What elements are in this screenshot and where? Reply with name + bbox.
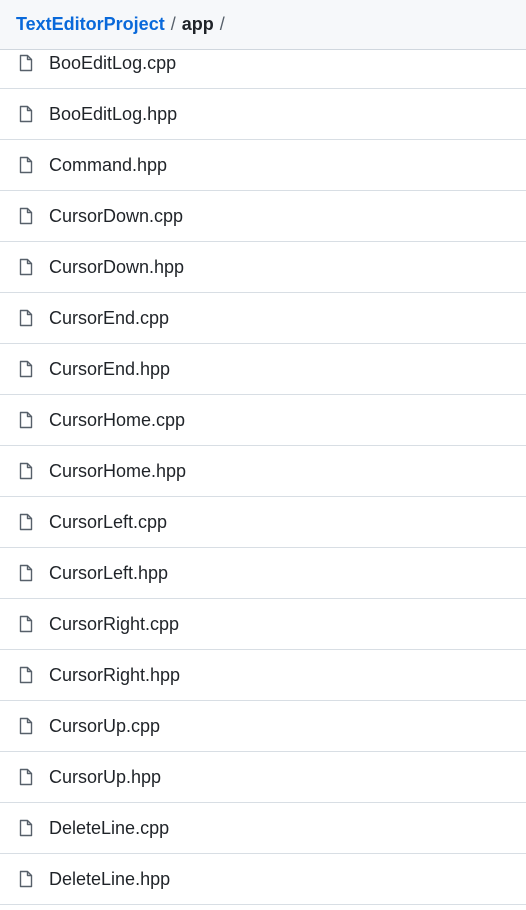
file-row[interactable]: CursorHome.cpp [0,395,526,446]
file-row[interactable]: Command.hpp [0,140,526,191]
file-row[interactable]: CursorDown.hpp [0,242,526,293]
file-name-link[interactable]: CursorDown.cpp [49,206,183,227]
file-icon [18,105,34,123]
file-name-link[interactable]: CursorLeft.cpp [49,512,167,533]
file-name-link[interactable]: CursorHome.hpp [49,461,186,482]
file-icon [18,513,34,531]
breadcrumb-trailing-separator: / [219,14,225,34]
file-row[interactable]: CursorEnd.cpp [0,293,526,344]
file-name-link[interactable]: CursorUp.hpp [49,767,161,788]
file-icon [18,717,34,735]
file-name-link[interactable]: BooEditLog.hpp [49,104,177,125]
file-icon [18,870,34,888]
breadcrumb: TextEditorProject / app / [0,0,526,50]
breadcrumb-separator: / [170,14,176,34]
file-browser: TextEditorProject / app / BooEditLog.cpp… [0,0,526,910]
file-icon [18,411,34,429]
file-icon [18,666,34,684]
file-icon [18,309,34,327]
file-row[interactable]: CursorHome.hpp [0,446,526,497]
file-name-link[interactable]: CursorRight.hpp [49,665,180,686]
file-name-link[interactable]: CursorDown.hpp [49,257,184,278]
file-icon [18,156,34,174]
file-name-link[interactable]: BooEditLog.cpp [49,53,176,74]
file-icon [18,768,34,786]
file-icon [18,207,34,225]
file-row[interactable]: CursorLeft.hpp [0,548,526,599]
file-row[interactable]: DeleteLine.hpp [0,854,526,905]
breadcrumb-current-folder: app [181,14,214,34]
file-row[interactable]: CursorUp.hpp [0,752,526,803]
file-icon [18,564,34,582]
file-icon [18,54,34,72]
file-name-link[interactable]: CursorHome.cpp [49,410,185,431]
file-name-link[interactable]: Command.hpp [49,155,167,176]
file-list: BooEditLog.cpp BooEditLog.hpp Command.hp… [0,38,526,905]
file-row[interactable]: CursorLeft.cpp [0,497,526,548]
file-name-link[interactable]: DeleteLine.cpp [49,818,169,839]
file-row[interactable]: DeleteLine.cpp [0,803,526,854]
file-icon [18,360,34,378]
file-row[interactable]: CursorEnd.hpp [0,344,526,395]
file-row[interactable]: CursorUp.cpp [0,701,526,752]
file-row[interactable]: CursorDown.cpp [0,191,526,242]
file-name-link[interactable]: CursorEnd.hpp [49,359,170,380]
file-name-link[interactable]: DeleteLine.hpp [49,869,170,890]
file-icon [18,615,34,633]
file-name-link[interactable]: CursorEnd.cpp [49,308,169,329]
file-row[interactable]: CursorRight.hpp [0,650,526,701]
file-icon [18,819,34,837]
breadcrumb-repo-link[interactable]: TextEditorProject [16,14,165,35]
file-name-link[interactable]: CursorLeft.hpp [49,563,168,584]
file-row[interactable]: BooEditLog.hpp [0,89,526,140]
file-name-link[interactable]: CursorUp.cpp [49,716,160,737]
file-row[interactable]: CursorRight.cpp [0,599,526,650]
file-icon [18,258,34,276]
file-icon [18,462,34,480]
file-name-link[interactable]: CursorRight.cpp [49,614,179,635]
